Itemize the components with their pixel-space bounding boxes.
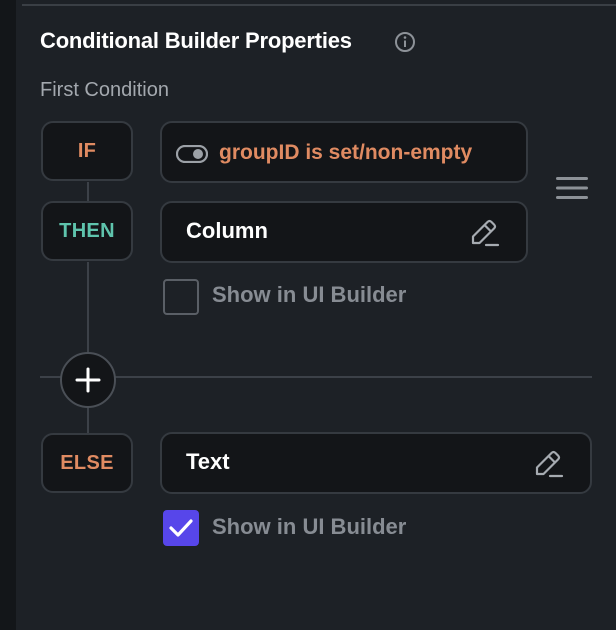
- connector-if-then: [87, 182, 89, 202]
- else-label: ELSE: [60, 451, 114, 474]
- add-condition-button[interactable]: [60, 352, 116, 408]
- panel-title: Conditional Builder Properties: [40, 28, 352, 53]
- then-show-checkbox[interactable]: [163, 279, 199, 315]
- else-show-checkbox[interactable]: [163, 510, 199, 546]
- pencil-edit-icon[interactable]: [529, 446, 565, 482]
- if-condition-field[interactable]: groupID is set/non-empty: [160, 121, 528, 183]
- then-label: THEN: [59, 219, 115, 242]
- else-widget-label: Text: [186, 449, 230, 474]
- hamburger-menu-icon[interactable]: [556, 175, 588, 201]
- then-widget-label: Column: [186, 218, 268, 243]
- checkmark-icon: [169, 519, 193, 537]
- info-icon[interactable]: [394, 31, 416, 53]
- else-divider-right: [114, 376, 592, 378]
- section-subtitle: First Condition: [40, 79, 169, 101]
- if-label: IF: [77, 139, 97, 162]
- left-edge-strip: [0, 0, 16, 630]
- then-badge: THEN: [41, 201, 133, 261]
- pencil-edit-icon[interactable]: [465, 215, 501, 251]
- plus-icon: [75, 367, 101, 393]
- if-badge: IF: [41, 121, 133, 181]
- else-widget-field[interactable]: Text: [160, 432, 592, 494]
- toggle-icon: [176, 145, 208, 163]
- then-widget-field[interactable]: Column: [160, 201, 528, 263]
- connector-add-else: [87, 406, 89, 434]
- connector-then-add: [87, 262, 89, 354]
- else-divider-left: [40, 376, 62, 378]
- else-show-label: Show in UI Builder: [212, 514, 407, 539]
- else-badge: ELSE: [41, 433, 133, 493]
- top-divider: [22, 4, 616, 6]
- then-show-label: Show in UI Builder: [212, 282, 407, 307]
- if-condition-text: groupID is set/non-empty: [219, 141, 473, 164]
